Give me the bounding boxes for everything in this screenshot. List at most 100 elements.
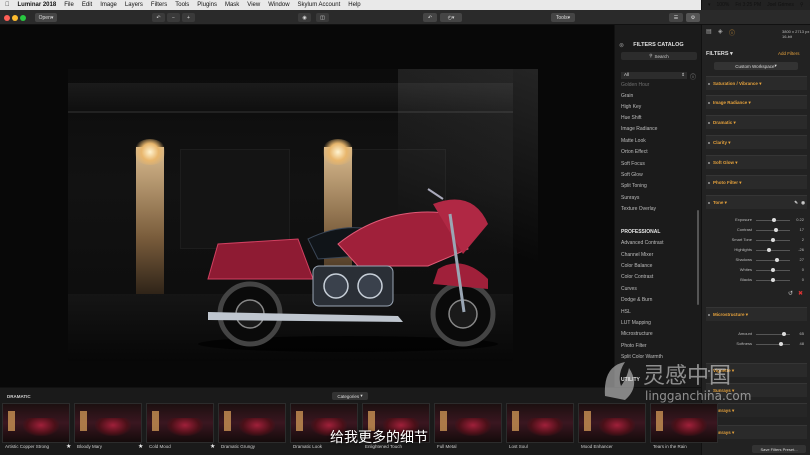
filters-panel-icon[interactable]: ⚙: [686, 13, 700, 22]
catalog-item[interactable]: Photo Filter: [621, 343, 647, 349]
catalog-item[interactable]: Image Radiance: [621, 126, 657, 132]
filter-dramatic[interactable]: Dramatic ▾: [706, 115, 807, 129]
zoom-window-icon[interactable]: [20, 15, 26, 21]
slider-contrast[interactable]: Contrast 17: [722, 227, 804, 234]
preset-thumbnail[interactable]: [218, 403, 286, 443]
filter-image-radiance[interactable]: Image Radiance ▾: [706, 95, 807, 109]
layers-icon[interactable]: ◈: [718, 28, 723, 35]
eye-icon[interactable]: ◉: [801, 200, 805, 206]
slider-exposure[interactable]: Exposure 0.22: [722, 217, 804, 224]
slider-softness[interactable]: Softness 48: [722, 341, 804, 348]
menu-image[interactable]: Image: [100, 2, 117, 8]
slider-value[interactable]: 48: [792, 341, 804, 346]
slider-knob[interactable]: [772, 218, 777, 222]
slider-knob[interactable]: [775, 258, 780, 262]
slider-value[interactable]: 0: [792, 277, 804, 282]
catalog-item[interactable]: High Key: [621, 104, 641, 110]
menu-view[interactable]: View: [247, 2, 260, 8]
filter-clarity[interactable]: Clarity ▾: [706, 135, 807, 149]
favorite-star-icon[interactable]: ★: [138, 443, 143, 450]
close-window-icon[interactable]: [4, 15, 10, 21]
zoom-out-icon[interactable]: −: [167, 13, 180, 22]
catalog-item[interactable]: Microstructure: [621, 331, 653, 337]
filter-toggle-dot[interactable]: [708, 83, 710, 85]
filter-sunrays-3[interactable]: Sunrays ▾: [706, 425, 807, 439]
delete-filter-icon[interactable]: ✖: [798, 290, 803, 297]
slider-track[interactable]: [756, 260, 790, 261]
workspace-select[interactable]: Custom Workspace ▾: [714, 62, 798, 70]
preset-thumbnail[interactable]: [74, 403, 142, 443]
catalog-item[interactable]: Channel Mixer: [621, 252, 653, 258]
slider-knob[interactable]: [781, 332, 786, 336]
apple-icon[interactable]: : [5, 2, 10, 8]
catalog-item[interactable]: Advanced Contrast: [621, 240, 664, 246]
slider-knob[interactable]: [771, 268, 775, 272]
history-icon[interactable]: ◴▾: [440, 13, 462, 22]
catalog-filter-select[interactable]: All ⇕: [621, 72, 687, 79]
slider-value[interactable]: 0: [792, 267, 804, 272]
filter-toggle-dot[interactable]: [708, 142, 710, 144]
preview-eye-icon[interactable]: ◉: [298, 13, 311, 22]
filter-toggle-dot[interactable]: [708, 162, 710, 164]
slider-knob[interactable]: [766, 248, 771, 252]
catalog-item[interactable]: LUT Mapping: [621, 320, 651, 326]
slider-amount[interactable]: Amount 65: [722, 331, 804, 338]
preset-thumbnail[interactable]: [2, 403, 70, 443]
menu-layers[interactable]: Layers: [125, 2, 143, 8]
slider-highlights[interactable]: Highlights -26: [722, 247, 804, 254]
menu-plugins[interactable]: Plugins: [197, 2, 217, 8]
add-filters-button[interactable]: Add Filters: [778, 51, 800, 56]
info-icon[interactable]: ⓘ: [729, 28, 735, 37]
slider-value[interactable]: 2: [792, 237, 804, 242]
preset-thumbnail[interactable]: [650, 403, 718, 443]
slider-knob[interactable]: [773, 228, 778, 232]
catalog-item[interactable]: Matte Look: [621, 138, 646, 144]
menu-mask[interactable]: Mask: [225, 2, 239, 8]
search-icon[interactable]: ⚲: [800, 2, 804, 8]
menu-file[interactable]: File: [64, 2, 74, 8]
filter-toggle-dot[interactable]: [708, 102, 710, 104]
save-filters-preset-button[interactable]: Save Filters Preset...: [752, 445, 806, 453]
clock[interactable]: Fri 3:25 PM: [735, 2, 761, 8]
zoom-in-icon[interactable]: +: [182, 13, 195, 22]
catalog-scrollbar[interactable]: [697, 210, 699, 305]
menu-filters[interactable]: Filters: [151, 2, 167, 8]
undo-icon[interactable]: ↶: [423, 13, 437, 22]
catalog-item[interactable]: Color Contrast: [621, 274, 653, 280]
catalog-item[interactable]: Color Balance: [621, 263, 652, 269]
catalog-item[interactable]: Split Toning: [621, 183, 647, 189]
catalog-item[interactable]: Curves: [621, 286, 637, 292]
menu-tools[interactable]: Tools: [175, 2, 189, 8]
catalog-item[interactable]: Orton Effect: [621, 149, 648, 155]
menu-skylum-account[interactable]: Skylum Account: [298, 2, 341, 8]
preset-thumbnail[interactable]: [578, 403, 646, 443]
favorite-star-icon[interactable]: ★: [210, 443, 215, 450]
filter-toggle-dot[interactable]: [708, 182, 710, 184]
catalog-item[interactable]: Dodge & Burn: [621, 297, 652, 303]
brush-icon[interactable]: ✎: [794, 200, 798, 206]
slider-value[interactable]: 65: [792, 331, 804, 336]
slider-whites[interactable]: Whites 0: [722, 267, 804, 274]
preset-thumbnail[interactable]: [434, 403, 502, 443]
filter-microstructure[interactable]: Microstructure ▾: [706, 307, 807, 321]
catalog-item[interactable]: Texture Overlay: [621, 206, 656, 212]
minimize-window-icon[interactable]: [12, 15, 18, 21]
slider-track[interactable]: [756, 230, 790, 231]
categories-select[interactable]: Categories ▾: [332, 392, 368, 400]
filter-toggle-dot[interactable]: [708, 122, 710, 124]
catalog-item[interactable]: Hue Shift: [621, 115, 642, 121]
slider-track[interactable]: [756, 250, 790, 251]
slider-smart-tone[interactable]: Smart Tone 2: [722, 237, 804, 244]
menu-edit[interactable]: Edit: [82, 2, 92, 8]
battery-percent[interactable]: 100%: [717, 2, 730, 8]
preset-thumbnail[interactable]: [146, 403, 214, 443]
slider-knob[interactable]: [771, 238, 776, 242]
slider-blacks[interactable]: Blacks 0: [722, 277, 804, 284]
slider-track[interactable]: [756, 344, 790, 345]
info-icon[interactable]: ⓘ: [690, 72, 696, 81]
filter-toggle-dot[interactable]: [708, 314, 710, 316]
catalog-item[interactable]: Soft Glow: [621, 172, 643, 178]
catalog-item[interactable]: Golden Hour: [621, 82, 649, 88]
catalog-item[interactable]: Sunrays: [621, 195, 639, 201]
wifi-icon[interactable]: ▾: [708, 2, 711, 8]
